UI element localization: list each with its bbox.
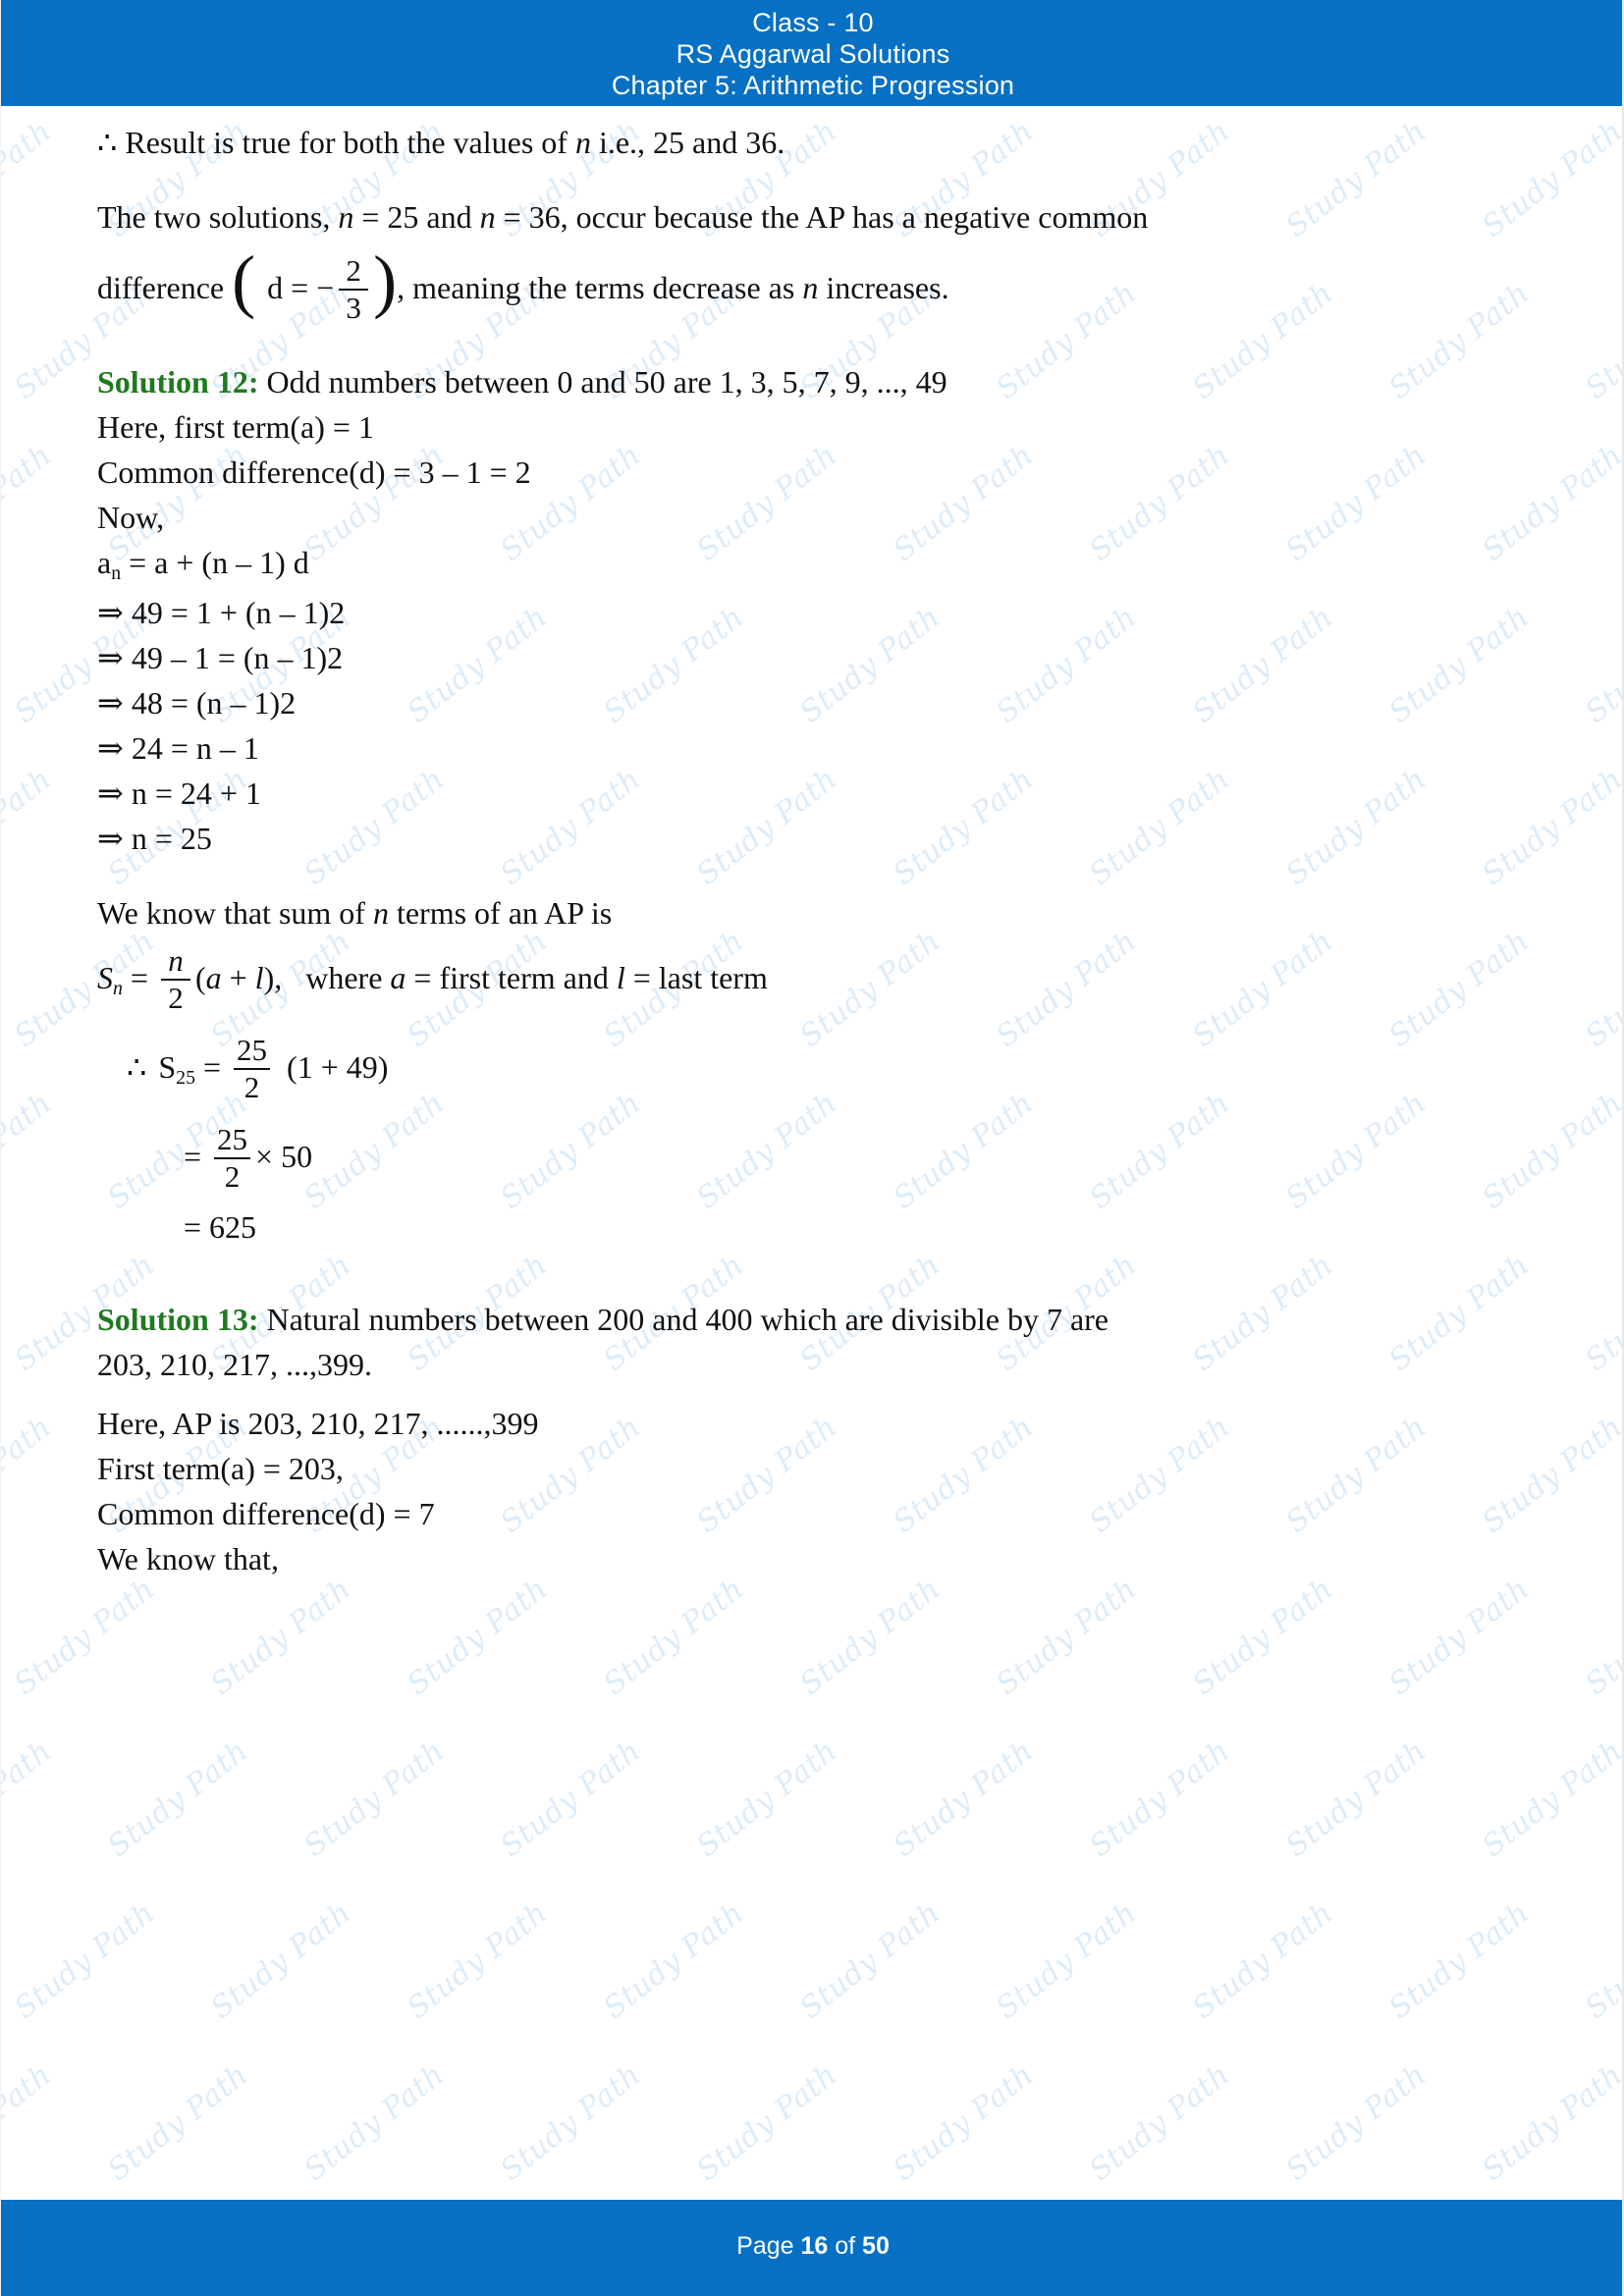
fraction-numerator: 25 (237, 1033, 268, 1068)
paren-open-icon: ( (232, 241, 256, 320)
sum-intro-text-b: terms of an AP is (388, 895, 613, 931)
variable-n-sum: n (372, 895, 389, 931)
explanation-line-1: The two solutions, n = 25 and n = 36, oc… (97, 194, 1532, 240)
sum-intro-text-a: We know that sum of (97, 895, 373, 931)
solution-12-s25-line: ∴ S25 = 25 2 (1 + 49) (97, 1025, 1532, 1114)
s25-subscript: 25 (176, 1067, 195, 1089)
solution-12-general-term-formula: an = a + (n – 1) d (97, 540, 1532, 590)
fraction-two-thirds: 23 (339, 253, 369, 325)
solution-13-common-difference: Common difference(d) = 7 (97, 1496, 435, 1531)
solution-12-sum-intro: We know that sum of n terms of an AP is (97, 890, 1532, 935)
solution-12-label: Solution 12: (97, 364, 259, 400)
solution-12-common-difference: Common difference(d) = 3 – 1 = 2 (97, 454, 531, 490)
fraction-25-over-2-a: 25 2 (234, 1033, 271, 1104)
therefore-icon: ∴ (97, 125, 118, 160)
footer-page-prefix: Page (736, 2232, 801, 2260)
solution-12-step-1: ⇒ 49 = 1 + (n – 1)2 (97, 595, 346, 630)
sn-where-c: = last term (624, 960, 768, 995)
solution-12-step-6: ⇒ n = 25 (97, 821, 212, 856)
solution-12-sum-formula: Sn = n 2 (a + l), where a = first term and … (97, 935, 1532, 1025)
solution-12-statement-text: Odd numbers between 0 and 50 are 1, 3, 5… (258, 364, 947, 400)
explanation-line-2: difference (d = −2 3), meaning the terms … (97, 245, 1532, 330)
explanation-text-increases: increases. (818, 270, 949, 305)
sn-where-b: = first term and (406, 960, 617, 995)
explanation-eq-2: = 36, occur because the AP has a negativ… (495, 199, 1149, 235)
solution-12-step-2: ⇒ 49 – 1 = (n – 1)2 (97, 640, 344, 675)
fraction-numerator: n (168, 943, 184, 979)
solution-12-now: Now, (97, 500, 165, 535)
header-chapter-line: Chapter 5: Arithmetic Progression (611, 71, 1015, 100)
solution-13-statement-text: Natural numbers between 200 and 400 whic… (258, 1302, 1109, 1337)
variable-n-3: n (802, 270, 819, 305)
where-variable-l: l (616, 960, 625, 995)
therefore-icon-2: ∴ (127, 1049, 147, 1085)
solution-12-result: = 625 (184, 1209, 257, 1245)
variable-n: n (574, 125, 591, 160)
fraction-n-over-2: n2 (160, 943, 190, 1015)
fraction-numerator: 25 (217, 1122, 248, 1157)
explanation-text-a: The two solutions, (97, 199, 339, 235)
explanation-text-meaning: , meaning the terms decrease as (397, 270, 803, 305)
conclusion-text-a: Result is true for both the values of (117, 125, 575, 160)
fraction-denominator: 2 (224, 1158, 241, 1194)
s25-step2-equals: = (184, 1139, 210, 1174)
s25-symbol: S (158, 1049, 177, 1085)
sn-subscript: n (113, 978, 123, 999)
footer-middle: of (828, 2232, 863, 2260)
page-header-banner: Class - 10 RS Aggarwal Solutions Chapter… (1, 0, 1622, 106)
fraction-denominator: 3 (346, 290, 361, 325)
solution-13-label: Solution 13: (97, 1302, 259, 1337)
explanation-text-difference: difference (97, 270, 233, 305)
s25-rest: (1 + 49) (287, 1049, 389, 1085)
document-page: Study PathStudy PathStudy PathStudy Path… (0, 0, 1624, 2296)
sn-equals: = (122, 960, 156, 995)
sn-symbol: S (97, 960, 113, 995)
conclusion-line: ∴ Result is true for both the values of … (97, 120, 1532, 165)
solution-13-ap-line: Here, AP is 203, 210, 217, ......,399 (97, 1406, 539, 1441)
sn-where-a: where (305, 960, 391, 995)
fraction-denominator: 2 (168, 980, 184, 1015)
solution-13-first-term: First term(a) = 203, (97, 1451, 344, 1486)
solution-13-we-know: We know that, (97, 1541, 279, 1576)
s25-step2-rest: × 50 (255, 1139, 313, 1174)
explanation-eq-1: = 25 and (353, 199, 480, 235)
an-base: a (97, 545, 112, 580)
fraction-25-over-2-b: 25 2 (214, 1122, 251, 1194)
page-footer-banner: Page 16 of 50 (1, 2200, 1622, 2296)
where-variable-a: a (390, 960, 406, 995)
fraction-denominator: 2 (244, 1069, 260, 1104)
solution-12-step-5: ⇒ n = 24 + 1 (97, 775, 261, 811)
conclusion-text-b: i.e., 25 and 36. (590, 125, 785, 160)
header-class-line: Class - 10 (752, 8, 874, 37)
footer-total-pages: 50 (862, 2232, 890, 2260)
s25-equals: = (194, 1049, 230, 1085)
variable-n-1: n (338, 199, 354, 235)
solution-12-first-term: Here, first term(a) = 1 (97, 409, 374, 445)
solution-12-step-4: ⇒ 24 = n – 1 (97, 730, 259, 766)
sn-rest: (a + l), (194, 960, 283, 995)
fraction-numerator: 2 (346, 253, 361, 289)
solution-12-statement: Solution 12: Odd numbers between 0 and 5… (97, 359, 1532, 404)
explanation-d-equals: d = − (267, 270, 335, 305)
solution-13-statement-line2: 203, 210, 217, ...,399. (97, 1347, 372, 1382)
document-body: ∴ Result is true for both the values of … (1, 106, 1622, 2200)
solution-13-statement-line1: Solution 13: Natural numbers between 200… (97, 1297, 1532, 1342)
an-subscript: n (111, 562, 122, 584)
an-rest: = a + (n – 1) d (121, 545, 309, 580)
paren-close-icon: ) (373, 241, 398, 320)
solution-12-step-3: ⇒ 48 = (n – 1)2 (97, 685, 297, 721)
solution-12-s25-step2: = 25 2 × 50 (97, 1114, 1532, 1199)
footer-current-page: 16 (800, 2232, 829, 2260)
header-book-line: RS Aggarwal Solutions (676, 39, 950, 69)
variable-n-2: n (479, 199, 496, 235)
